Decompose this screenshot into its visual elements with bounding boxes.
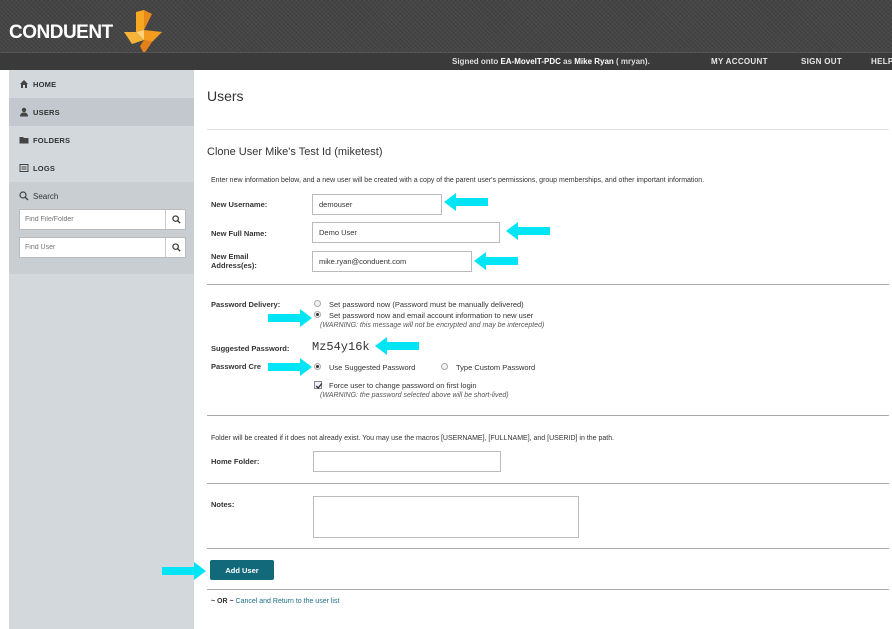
- sidebar: HOME USERS FOLDERS LOGS Search: [9, 70, 194, 629]
- delivery-warning-text: (WARNING: this message will not be encry…: [320, 322, 545, 329]
- search-panel: Search: [9, 182, 194, 274]
- checkmark-icon: [315, 383, 323, 389]
- app-header: CONDUENT Signed onto EA-MoveIT-PDC as Mi…: [0, 0, 892, 70]
- find-user-search-box: [19, 237, 186, 258]
- cancel-return-link[interactable]: Cancel and Return to the user list: [236, 598, 340, 605]
- search-icon: [172, 243, 181, 252]
- full-name-input[interactable]: [312, 222, 500, 243]
- sidebar-item-label: USERS: [33, 108, 60, 117]
- sign-out-link[interactable]: SIGN OUT: [801, 57, 842, 66]
- home-folder-input[interactable]: [313, 451, 501, 472]
- email-input[interactable]: [312, 251, 472, 272]
- divider: [207, 415, 889, 416]
- logs-icon: [19, 164, 29, 172]
- intro-text: Enter new information below, and a new u…: [211, 177, 705, 184]
- page-title: Users: [207, 88, 244, 104]
- add-user-button[interactable]: Add User: [210, 560, 274, 580]
- divider: [207, 284, 889, 285]
- suggested-password-value: Mz54y16k: [312, 340, 370, 354]
- sidebar-item-users[interactable]: USERS: [9, 98, 194, 126]
- force-change-password-label: Force user to change password on first l…: [329, 381, 477, 390]
- suggested-password-label: Suggested Password:: [211, 344, 290, 353]
- annotation-arrow-icon: [444, 193, 488, 211]
- or-separator: ~ OR ~: [211, 598, 234, 605]
- use-suggested-password-label: Use Suggested Password: [329, 363, 416, 372]
- sidebar-item-folders[interactable]: FOLDERS: [9, 126, 194, 154]
- type-custom-password-radio[interactable]: [441, 363, 448, 370]
- find-file-search-button[interactable]: [165, 210, 185, 229]
- sidebar-item-home[interactable]: HOME: [9, 70, 194, 98]
- signed-in-status: Signed onto EA-MoveIT-PDC as Mike Ryan (…: [452, 57, 650, 66]
- help-link[interactable]: HELP: [871, 57, 892, 66]
- sidebar-item-label: FOLDERS: [33, 136, 71, 145]
- home-icon: [20, 80, 28, 88]
- annotation-arrow-icon: [268, 358, 312, 376]
- annotation-arrow-icon: [268, 309, 312, 327]
- notes-label: Notes:: [211, 500, 235, 509]
- delivery-manual-label: Set password now (Password must be manua…: [329, 300, 524, 309]
- delivery-email-radio[interactable]: [314, 311, 321, 318]
- cancel-line: ~ OR ~ Cancel and Return to the user lis…: [211, 598, 339, 605]
- search-icon: [19, 191, 29, 201]
- force-change-password-checkbox[interactable]: [314, 381, 323, 389]
- conduent-logo-icon: [124, 10, 162, 54]
- use-suggested-password-radio[interactable]: [314, 363, 321, 370]
- search-icon: [172, 215, 181, 224]
- home-folder-label: Home Folder:: [211, 457, 260, 466]
- full-name-label: New Full Name:: [211, 229, 267, 238]
- email-label: New Email Address(es):: [211, 252, 257, 270]
- sidebar-item-label: LOGS: [33, 164, 56, 173]
- divider: [207, 483, 889, 484]
- my-account-link[interactable]: MY ACCOUNT: [711, 57, 768, 66]
- user-icon: [20, 107, 28, 117]
- type-custom-password-label: Type Custom Password: [456, 363, 536, 372]
- password-delivery-label: Password Delivery:: [211, 300, 281, 309]
- force-change-warning-text: (WARNING: the password selected above wi…: [320, 392, 509, 399]
- find-user-search-button[interactable]: [165, 238, 185, 257]
- folder-icon: [19, 137, 29, 144]
- folder-macro-note: Folder will be created if it does not al…: [211, 435, 615, 442]
- password-creation-label: Password Cre: [211, 362, 262, 371]
- find-user-input[interactable]: [20, 238, 165, 257]
- main-content: Users Clone User Mike's Test Id (miketes…: [196, 70, 892, 629]
- find-file-search-box: [19, 209, 186, 230]
- annotation-arrow-icon: [474, 252, 518, 270]
- sidebar-item-label: HOME: [33, 80, 57, 89]
- delivery-manual-radio[interactable]: [314, 300, 321, 307]
- divider: [207, 548, 889, 549]
- conduent-logo-text: CONDUENT: [9, 22, 113, 43]
- new-username-label: New Username:: [211, 200, 268, 209]
- annotation-arrow-icon: [506, 222, 550, 240]
- search-title: Search: [33, 192, 59, 201]
- find-file-input[interactable]: [20, 210, 165, 229]
- notes-textarea[interactable]: [313, 496, 579, 538]
- divider: [207, 589, 889, 590]
- annotation-arrow-icon: [375, 337, 419, 355]
- clone-user-title: Clone User Mike's Test Id (miketest): [207, 146, 383, 158]
- delivery-email-label: Set password now and email account infor…: [329, 311, 534, 320]
- annotation-arrow-icon: [162, 562, 206, 580]
- divider: [207, 129, 889, 130]
- new-username-input[interactable]: [312, 194, 442, 215]
- sidebar-item-logs[interactable]: LOGS: [9, 154, 194, 182]
- header-user-bar: Signed onto EA-MoveIT-PDC as Mike Ryan (…: [0, 52, 892, 70]
